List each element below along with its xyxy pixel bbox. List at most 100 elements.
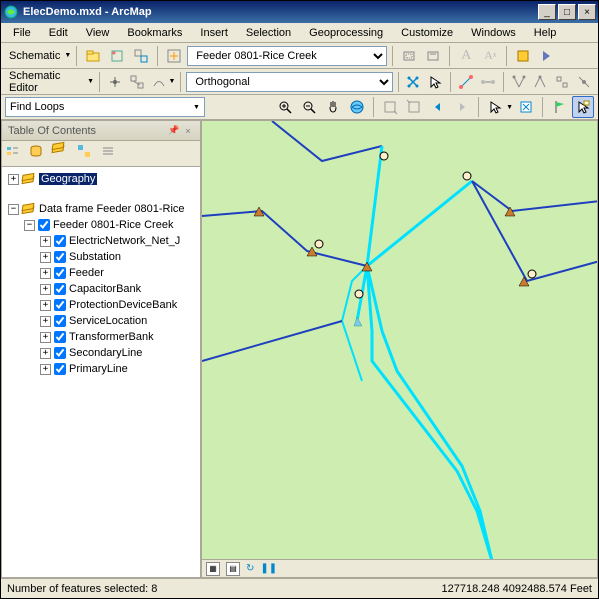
arrow-btn-icon[interactable]	[536, 45, 558, 67]
find-input[interactable]	[5, 97, 205, 117]
menu-view[interactable]: View	[78, 25, 118, 41]
fixed-zoom-out-icon[interactable]	[403, 96, 425, 118]
select2-icon[interactable]	[572, 96, 594, 118]
expand-toggle[interactable]: −	[24, 220, 35, 231]
dropdown-icon[interactable]: ▼	[193, 104, 200, 111]
net1-icon[interactable]	[456, 71, 476, 93]
net4-icon[interactable]	[531, 71, 551, 93]
layer-checkbox[interactable]	[54, 315, 66, 327]
tree-layer[interactable]: SecondaryLine	[69, 347, 142, 359]
expand-toggle[interactable]: +	[40, 252, 51, 263]
map1-icon[interactable]	[404, 71, 424, 93]
layout-view-icon[interactable]: ▤	[226, 562, 240, 576]
menu-help[interactable]: Help	[526, 25, 565, 41]
toc-options-icon[interactable]	[100, 143, 122, 165]
select-pointer-icon[interactable]	[425, 71, 445, 93]
refresh-icon[interactable]: ↻	[246, 563, 254, 574]
layer-checkbox[interactable]	[54, 235, 66, 247]
tree-layer[interactable]: ElectricNetwork_Net_J	[69, 235, 180, 247]
flag-icon[interactable]	[548, 96, 570, 118]
edit-move-icon[interactable]	[105, 71, 125, 93]
layer-checkbox[interactable]	[54, 251, 66, 263]
dropdown-icon[interactable]: ▼	[64, 52, 71, 59]
select-features-icon[interactable]	[484, 96, 506, 118]
dropdown-icon[interactable]: ▼	[506, 104, 513, 111]
text-asup-icon[interactable]: Ax	[479, 45, 501, 67]
dropdown-icon[interactable]: ▼	[87, 78, 94, 85]
schematic-btn2-icon[interactable]	[130, 45, 152, 67]
tree-layer[interactable]: ProtectionDeviceBank	[69, 299, 177, 311]
net5-icon[interactable]	[552, 71, 572, 93]
tree-layer[interactable]: Feeder	[69, 267, 104, 279]
maximize-button[interactable]: □	[558, 4, 576, 20]
tree-dataframe[interactable]: Data frame Feeder 0801-Rice	[39, 203, 185, 215]
tree-layer[interactable]: Substation	[69, 251, 121, 263]
menu-customize[interactable]: Customize	[393, 25, 461, 41]
zoom-out-icon[interactable]	[298, 96, 320, 118]
tree-root[interactable]: Geography	[39, 173, 97, 185]
tree-layer[interactable]: TransformerBank	[69, 331, 154, 343]
net2-icon[interactable]	[478, 71, 498, 93]
expand-toggle[interactable]: +	[40, 332, 51, 343]
zoom-in-icon[interactable]	[274, 96, 296, 118]
tool-view1-icon[interactable]	[398, 45, 420, 67]
net6-icon[interactable]	[574, 71, 594, 93]
color-icon[interactable]	[512, 45, 534, 67]
menu-file[interactable]: File	[5, 25, 39, 41]
net3-icon[interactable]	[509, 71, 529, 93]
tree-feeder-group[interactable]: Feeder 0801-Rice Creek	[53, 219, 173, 231]
layout-select[interactable]: Orthogonal	[186, 72, 392, 92]
fwd-extent-icon[interactable]	[451, 96, 473, 118]
layer-checkbox[interactable]	[54, 331, 66, 343]
layer-checkbox[interactable]	[54, 347, 66, 359]
close-button[interactable]: ×	[578, 4, 596, 20]
text-a-icon[interactable]: A	[455, 45, 477, 67]
toc-list-by-source-icon[interactable]	[28, 143, 50, 165]
menu-edit[interactable]: Edit	[41, 25, 76, 41]
layer-checkbox[interactable]	[54, 363, 66, 375]
toc-list-by-visibility-icon[interactable]	[52, 143, 74, 165]
menu-insert[interactable]: Insert	[192, 25, 236, 41]
layer-checkbox[interactable]	[54, 299, 66, 311]
expand-toggle[interactable]: +	[40, 364, 51, 375]
full-extent-icon[interactable]	[346, 96, 368, 118]
expand-toggle[interactable]: +	[40, 236, 51, 247]
toc-pin-icon[interactable]: 📌	[168, 125, 180, 137]
map-canvas[interactable]: ▦ ▤ ↻ ❚❚	[201, 120, 598, 578]
layer-checkbox[interactable]	[54, 267, 66, 279]
expand-toggle[interactable]: +	[40, 316, 51, 327]
tree-layer[interactable]: ServiceLocation	[69, 315, 147, 327]
menu-windows[interactable]: Windows	[463, 25, 524, 41]
schematic-feeder-icon[interactable]	[163, 45, 185, 67]
pan-icon[interactable]	[322, 96, 344, 118]
dropdown-icon[interactable]: ▼	[169, 78, 176, 85]
open-schematic-icon[interactable]	[82, 45, 104, 67]
tool-view2-icon[interactable]	[422, 45, 444, 67]
edit-path-icon[interactable]	[149, 71, 169, 93]
menu-selection[interactable]: Selection	[238, 25, 299, 41]
layer-checkbox[interactable]	[54, 283, 66, 295]
expand-toggle[interactable]: +	[40, 348, 51, 359]
expand-toggle[interactable]: −	[8, 204, 19, 215]
expand-toggle[interactable]: +	[40, 284, 51, 295]
layer-checkbox[interactable]	[38, 219, 50, 231]
expand-toggle[interactable]: +	[40, 268, 51, 279]
data-view-icon[interactable]: ▦	[206, 562, 220, 576]
pause-icon[interactable]: ❚❚	[260, 563, 277, 574]
toc-list-by-drawing-icon[interactable]	[4, 143, 26, 165]
toc-close-icon[interactable]: ×	[182, 125, 194, 137]
fixed-zoom-in-icon[interactable]	[379, 96, 401, 118]
menu-geoprocessing[interactable]: Geoprocessing	[301, 25, 391, 41]
edit-align-icon[interactable]	[127, 71, 147, 93]
clear-selection-icon[interactable]	[515, 96, 537, 118]
toc-list-by-selection-icon[interactable]	[76, 143, 98, 165]
expand-toggle[interactable]: +	[8, 174, 19, 185]
feeder-select[interactable]: Feeder 0801-Rice Creek	[187, 46, 387, 66]
menu-bookmarks[interactable]: Bookmarks	[119, 25, 190, 41]
schematic-btn1-icon[interactable]	[106, 45, 128, 67]
minimize-button[interactable]: _	[538, 4, 556, 20]
back-extent-icon[interactable]	[427, 96, 449, 118]
tree-layer[interactable]: PrimaryLine	[69, 363, 128, 375]
tree-layer[interactable]: CapacitorBank	[69, 283, 141, 295]
expand-toggle[interactable]: +	[40, 300, 51, 311]
